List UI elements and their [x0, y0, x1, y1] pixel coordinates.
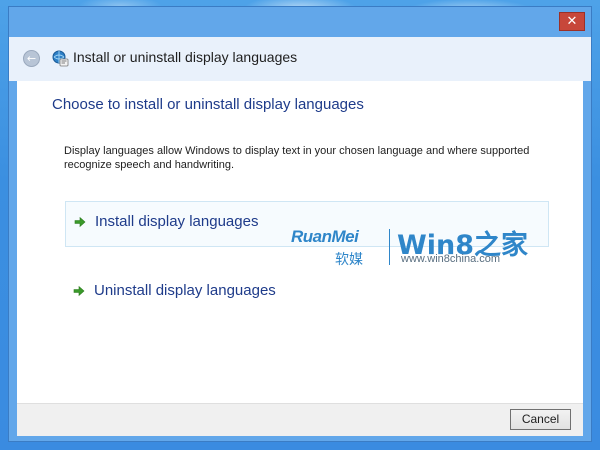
green-arrow-icon	[74, 216, 86, 228]
cancel-button[interactable]: Cancel	[510, 409, 571, 430]
green-arrow-icon	[73, 285, 85, 297]
back-button[interactable]: ←	[23, 50, 40, 67]
watermark-brand-latin: RuanMei	[291, 227, 359, 246]
watermark-divider	[389, 229, 390, 265]
page-description: Display languages allow Windows to displ…	[64, 145, 530, 171]
control-panel-language-icon	[52, 50, 69, 67]
watermark-site-url: www.win8china.com	[401, 253, 501, 265]
uninstall-option-label: Uninstall display languages	[94, 282, 276, 299]
title-bar[interactable]: ✕	[9, 7, 591, 37]
watermark-brand-cn: 软媒	[335, 252, 363, 268]
uninstall-display-languages-link[interactable]: Uninstall display languages	[65, 271, 549, 317]
back-arrow-icon: ←	[26, 52, 37, 65]
watermark-logo: RuanMei 软媒 Win8之家 www.win8china.com	[291, 227, 541, 271]
page-heading: Choose to install or uninstall display l…	[52, 96, 364, 113]
navigation-bar: ← Install or uninstall display languages	[9, 37, 591, 81]
install-option-label: Install display languages	[95, 213, 259, 230]
window-title: Install or uninstall display languages	[73, 49, 298, 65]
main-content: Choose to install or uninstall display l…	[17, 81, 583, 403]
close-icon: ✕	[566, 14, 578, 29]
close-button[interactable]: ✕	[559, 12, 585, 31]
dialog-footer: Cancel	[17, 403, 583, 436]
dialog-window: ✕ ← Install or uninstall display languag…	[8, 6, 592, 442]
